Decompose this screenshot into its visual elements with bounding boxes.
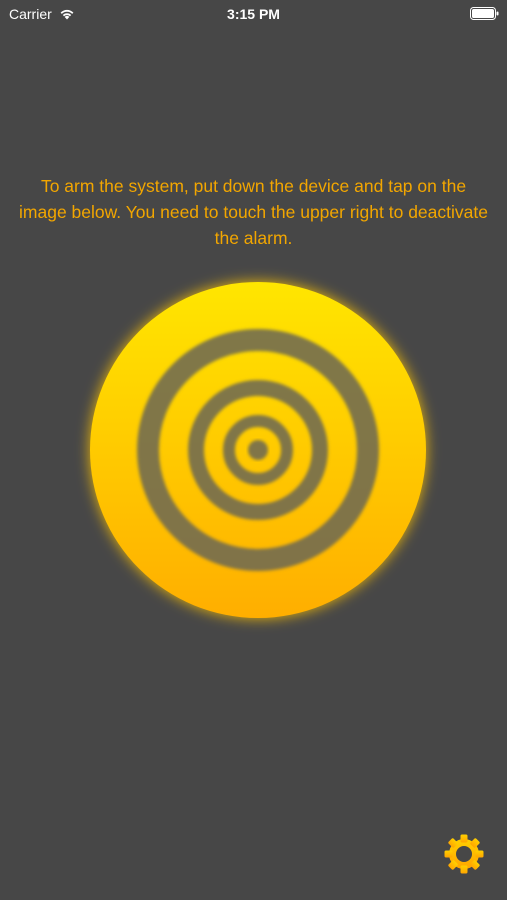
gear-icon	[444, 834, 484, 874]
battery-icon	[470, 7, 499, 20]
settings-button[interactable]	[442, 832, 486, 876]
instructions-text: To arm the system, put down the device a…	[19, 176, 488, 248]
status-bar: Carrier 3:15 PM	[0, 0, 507, 28]
status-time: 3:15 PM	[227, 6, 280, 22]
concentric-rings-target-icon	[90, 282, 426, 618]
arm-target-button[interactable]	[88, 280, 428, 620]
